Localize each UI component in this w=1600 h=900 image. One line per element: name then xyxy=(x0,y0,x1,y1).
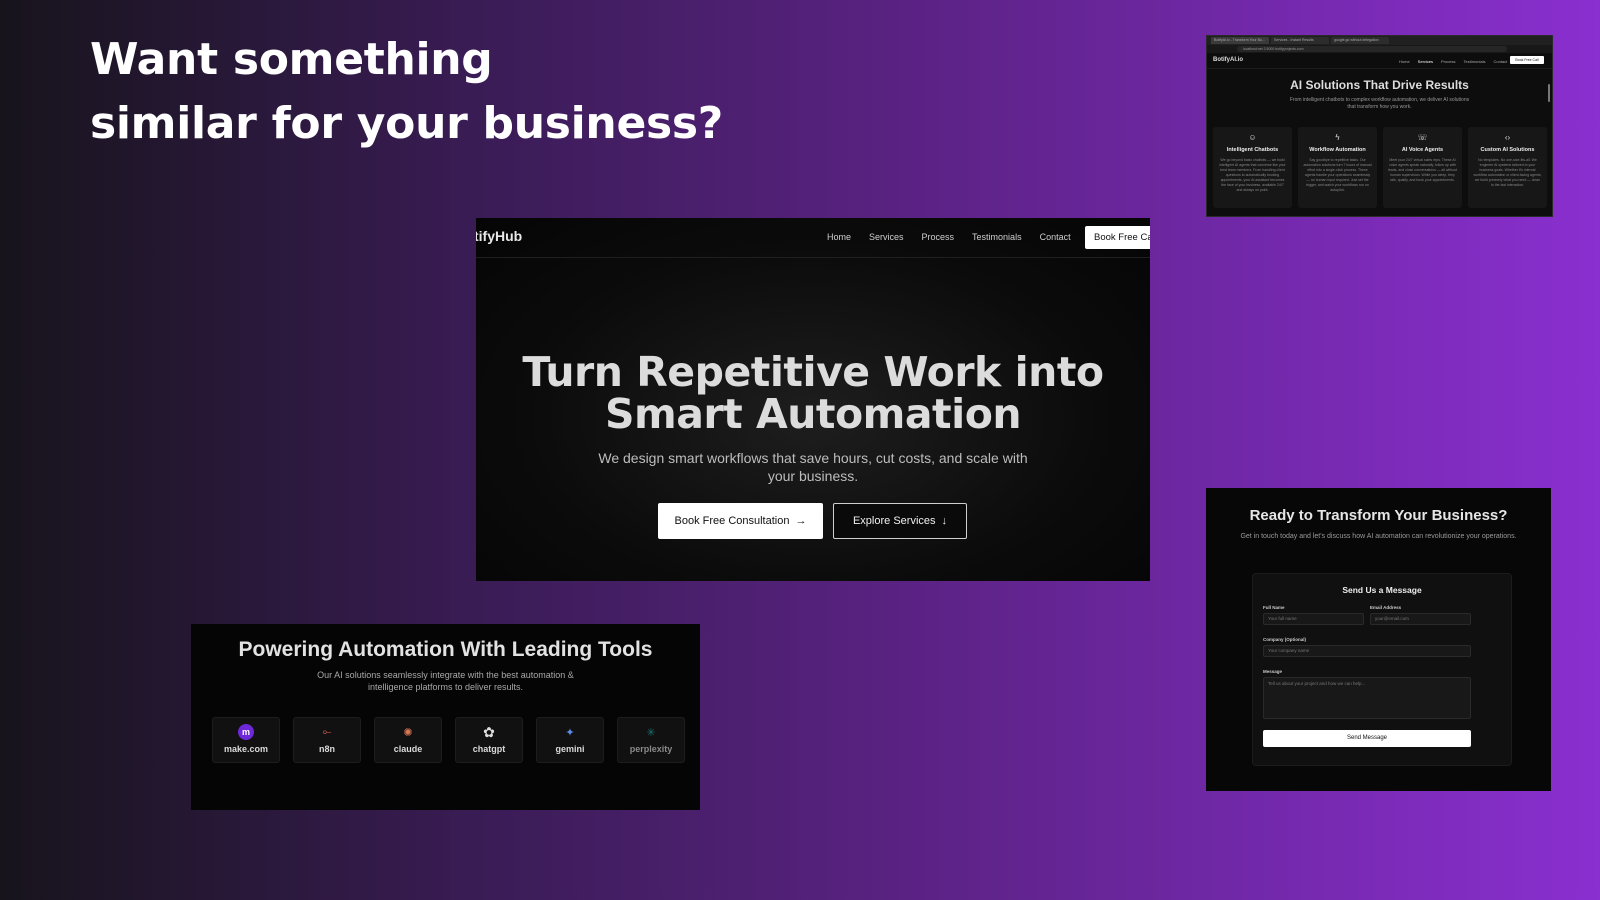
tool-n8n[interactable]: ⟜ n8n xyxy=(293,717,361,763)
browser-tab[interactable]: google.go without delegation xyxy=(1331,37,1389,44)
service-card-body: No templates. No one-size-fits-all. We e… xyxy=(1473,158,1542,187)
address-input[interactable]: localhost:net 3 5000 botifyprojects.com xyxy=(1237,46,1507,52)
preview-book-call-button[interactable]: Book Free Call xyxy=(1510,56,1544,64)
tool-label: gemini xyxy=(555,744,585,754)
tool-gemini[interactable]: ✦ gemini xyxy=(536,717,604,763)
service-card-voice[interactable]: ☏ AI Voice Agents Meet your 24/7 virtual… xyxy=(1383,127,1462,208)
preview-nav-home[interactable]: Home xyxy=(1399,59,1410,64)
headline-line-1: Want something xyxy=(90,34,493,85)
nav-home[interactable]: Home xyxy=(827,232,851,242)
tool-chatgpt[interactable]: ✿ chatgpt xyxy=(455,717,523,763)
book-consultation-button[interactable]: Book Free Consultation → xyxy=(658,503,823,539)
arrow-right-icon: → xyxy=(795,515,807,527)
email-label: Email Address xyxy=(1370,605,1402,610)
preview-nav-process[interactable]: Process xyxy=(1441,59,1455,64)
hero-logo[interactable]: tifyHub xyxy=(476,228,522,244)
arrow-down-icon: ↓ xyxy=(941,515,948,527)
service-card-chatbots[interactable]: ☺ Intelligent Chatbots We go beyond basi… xyxy=(1213,127,1292,208)
tool-label: n8n xyxy=(318,744,335,754)
hero-title: Turn Repetitive Work into Smart Automati… xyxy=(476,351,1150,435)
service-card-title: Workflow Automation xyxy=(1309,147,1366,153)
service-cards: ☺ Intelligent Chatbots We go beyond basi… xyxy=(1213,127,1547,208)
hero-screenshot: tifyHub Home Services Process Testimonia… xyxy=(476,218,1150,581)
headline: Want something similar for your business… xyxy=(90,28,723,156)
preview-nav-services[interactable]: Services xyxy=(1418,59,1433,64)
services-preview-screenshot: BotifyAI.io - Transform Your Bu... Servi… xyxy=(1206,35,1553,217)
preview-nav-links: Home Services Process Testimonials Conta… xyxy=(1399,59,1507,64)
send-message-button[interactable]: Send Message xyxy=(1263,730,1471,747)
full-name-field[interactable]: Your full name xyxy=(1263,613,1364,625)
tool-label: chatgpt xyxy=(472,744,506,754)
message-field[interactable]: Tell us about your project and how we ca… xyxy=(1263,677,1471,719)
contact-subtitle: Get in touch today and let's discuss how… xyxy=(1240,533,1517,540)
n8n-icon: ⟜ xyxy=(322,725,332,738)
browser-tab[interactable]: Services - Instant Results xyxy=(1271,37,1329,44)
perplexity-icon: ✳ xyxy=(646,726,656,739)
gemini-icon: ✦ xyxy=(565,726,575,739)
preview-navbar: BotifyAI.io Home Services Process Testim… xyxy=(1207,53,1552,69)
company-field[interactable]: Your company name xyxy=(1263,645,1471,657)
phone-icon: ☏ xyxy=(1417,133,1428,142)
chatgpt-icon: ✿ xyxy=(483,723,495,740)
nav-process[interactable]: Process xyxy=(922,232,955,242)
tool-make[interactable]: m make.com xyxy=(212,717,280,763)
service-card-body: Say goodbye to repetitive tasks. Our aut… xyxy=(1303,158,1372,192)
headline-line-2: similar for your business? xyxy=(90,98,723,149)
preview-nav-contact[interactable]: Contact xyxy=(1493,59,1507,64)
hero-title-line-1: Turn Repetitive Work into xyxy=(522,348,1104,396)
tool-label: perplexity xyxy=(629,744,673,754)
lightning-icon: ϟ xyxy=(1335,133,1340,142)
hero-navbar: tifyHub Home Services Process Testimonia… xyxy=(476,218,1150,258)
service-card-title: Intelligent Chatbots xyxy=(1226,147,1279,153)
tools-title: Powering Automation With Leading Tools xyxy=(238,638,653,661)
service-card-workflow[interactable]: ϟ Workflow Automation Say goodbye to rep… xyxy=(1298,127,1377,208)
tool-label: make.com xyxy=(223,744,269,754)
tool-claude[interactable]: ✺ claude xyxy=(374,717,442,763)
book-consultation-label: Book Free Consultation xyxy=(674,515,790,527)
services-subtitle: From intelligent chatbots to complex wor… xyxy=(1289,97,1470,110)
browser-tab[interactable]: BotifyAI.io - Transform Your Bu... xyxy=(1211,37,1269,44)
explore-services-button[interactable]: Explore Services ↓ xyxy=(833,503,967,539)
company-label: Company (Optional) xyxy=(1263,637,1306,642)
full-name-label: Full Name xyxy=(1263,605,1285,610)
message-label: Message xyxy=(1263,669,1283,674)
scrollbar-thumb[interactable] xyxy=(1548,84,1550,102)
service-card-title: AI Voice Agents xyxy=(1401,147,1444,153)
tools-list: m make.com ⟜ n8n ✺ claude ✿ chatgpt ✦ ge… xyxy=(212,717,685,763)
claude-icon: ✺ xyxy=(403,726,413,739)
preview-logo[interactable]: BotifyAI.io xyxy=(1213,57,1243,63)
tools-screenshot: Powering Automation With Leading Tools O… xyxy=(191,624,700,810)
nav-services[interactable]: Services xyxy=(869,232,904,242)
service-card-custom[interactable]: ‹› Custom AI Solutions No templates. No … xyxy=(1468,127,1547,208)
tool-label: claude xyxy=(393,744,423,754)
tools-subtitle: Our AI solutions seamlessly integrate wi… xyxy=(317,670,574,692)
make-icon: m xyxy=(238,724,254,740)
hero-title-line-2: Smart Automation xyxy=(604,390,1022,438)
contact-screenshot: Ready to Transform Your Business? Get in… xyxy=(1206,488,1551,791)
preview-nav-testimonials[interactable]: Testimonials xyxy=(1463,59,1485,64)
form-title: Send Us a Message xyxy=(1342,585,1422,595)
explore-services-label: Explore Services xyxy=(852,515,936,527)
contact-form: Send Us a Message Full Name Your full na… xyxy=(1252,573,1512,766)
service-card-title: Custom AI Solutions xyxy=(1480,147,1535,153)
browser-tab-bar: BotifyAI.io - Transform Your Bu... Servi… xyxy=(1207,36,1552,45)
service-card-body: We go beyond basic chatbots — we build i… xyxy=(1219,158,1286,192)
robot-icon: ☺ xyxy=(1248,133,1257,142)
nav-testimonials[interactable]: Testimonials xyxy=(972,232,1022,242)
hero-nav-links: Home Services Process Testimonials Conta… xyxy=(827,232,1071,242)
nav-book-call-button[interactable]: Book Free Ca xyxy=(1085,226,1150,249)
tool-perplexity[interactable]: ✳ perplexity xyxy=(617,717,685,763)
hero-subtitle: We design smart workflows that save hour… xyxy=(598,450,1028,484)
code-icon: ‹› xyxy=(1504,133,1511,142)
email-field[interactable]: your@email.com xyxy=(1370,613,1471,625)
services-title: AI Solutions That Drive Results xyxy=(1290,78,1469,92)
browser-address-bar: localhost:net 3 5000 botifyprojects.com xyxy=(1207,45,1552,53)
nav-contact[interactable]: Contact xyxy=(1040,232,1071,242)
service-card-body: Meet your 24/7 virtual sales reps. These… xyxy=(1388,158,1457,182)
contact-title: Ready to Transform Your Business? xyxy=(1249,507,1508,524)
